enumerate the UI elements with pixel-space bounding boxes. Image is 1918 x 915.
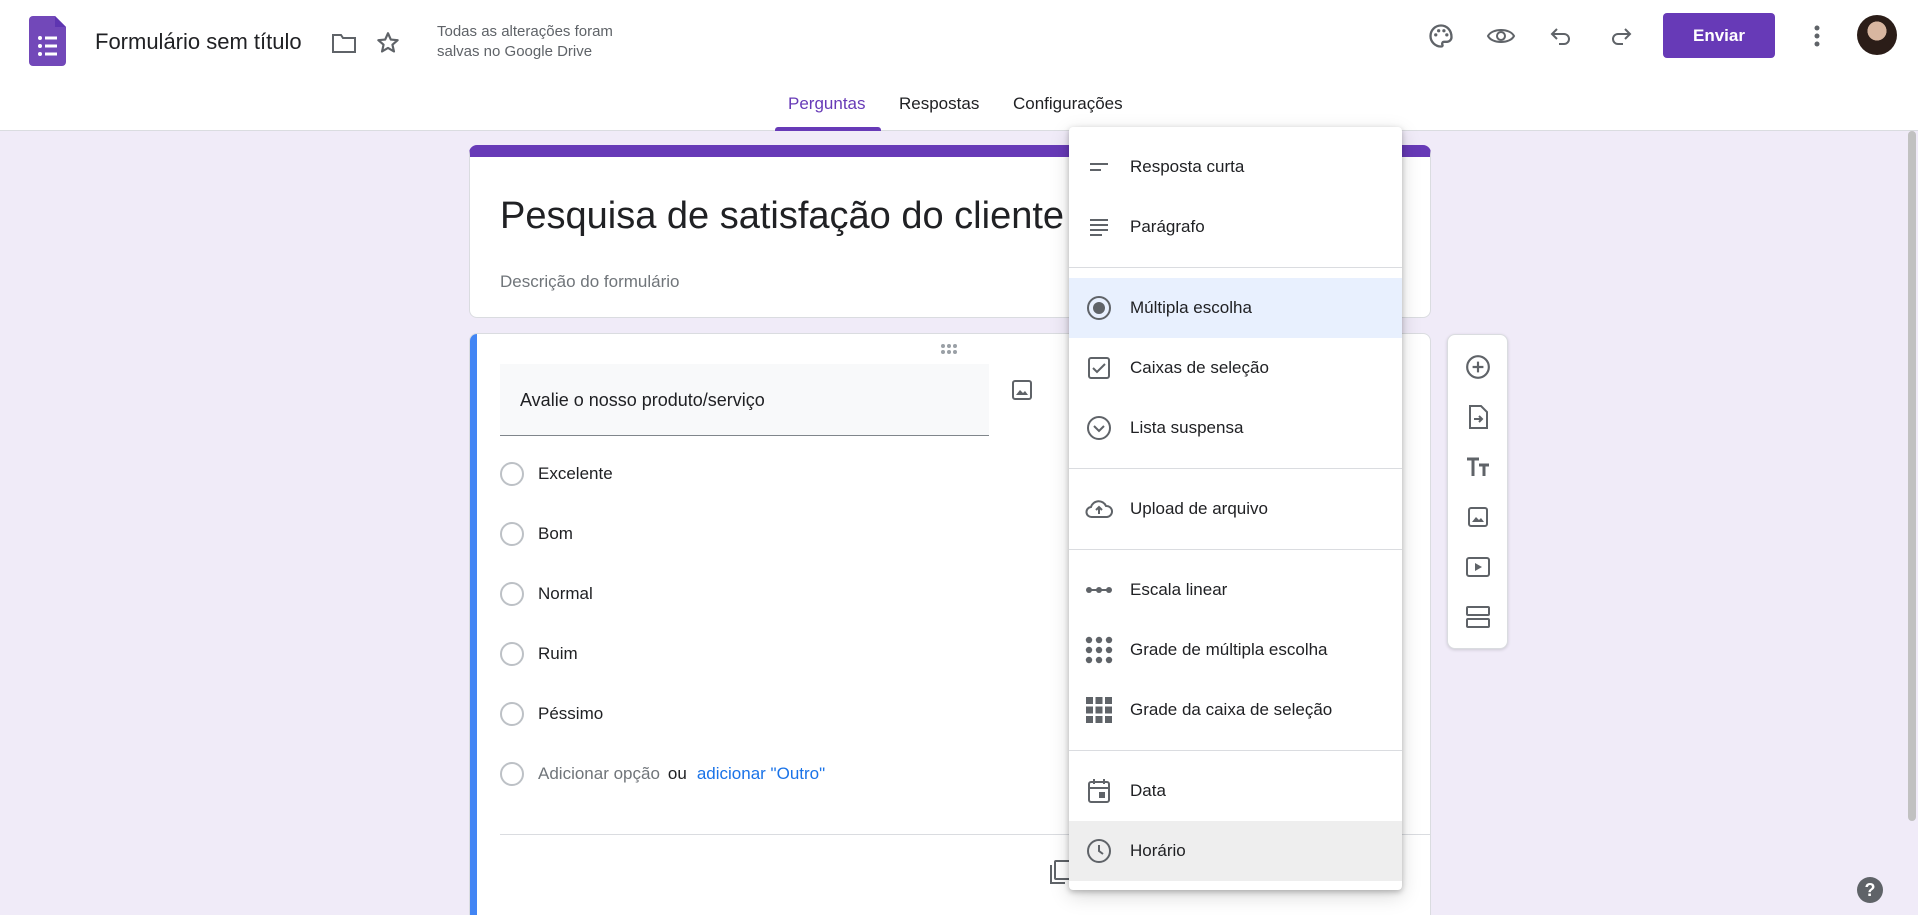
add-title-icon[interactable] [1458,447,1498,487]
add-question-icon[interactable] [1458,347,1498,387]
undo-icon[interactable] [1541,16,1581,56]
grid-dots-icon [1083,634,1115,666]
menu-item-checkboxes[interactable]: Caixas de seleção [1069,338,1402,398]
help-icon[interactable]: ? [1857,877,1883,903]
add-option-link[interactable]: Adicionar opção [538,764,660,784]
side-toolbar [1447,334,1508,649]
menu-item-multiple-choice[interactable]: Múltipla escolha [1069,278,1402,338]
avatar[interactable] [1857,15,1897,55]
palette-icon[interactable] [1421,16,1461,56]
option-label[interactable]: Ruim [538,644,578,664]
paragraph-icon [1083,211,1115,243]
menu-item-multiple-choice-grid[interactable]: Grade de múltipla escolha [1069,620,1402,680]
radio-icon [500,762,524,786]
active-tab-indicator [775,127,881,131]
star-icon[interactable] [368,23,408,63]
folder-icon[interactable] [324,23,364,63]
radio-icon [500,522,524,546]
menu-item-linear-scale[interactable]: Escala linear [1069,560,1402,620]
menu-separator [1069,750,1402,751]
radio-icon [500,702,524,726]
menu-separator [1069,267,1402,268]
short-answer-icon [1083,151,1115,183]
calendar-icon [1083,775,1115,807]
menu-item-time[interactable]: Horário [1069,821,1402,881]
grid-squares-icon [1083,694,1115,726]
menu-item-checkbox-grid[interactable]: Grade da caixa de seleção [1069,680,1402,740]
option-row: Bom [500,521,573,547]
option-label[interactable]: Normal [538,584,593,604]
menu-item-date[interactable]: Data [1069,761,1402,821]
add-section-icon[interactable] [1458,597,1498,637]
menu-item-short-answer[interactable]: Resposta curta [1069,137,1402,197]
add-video-icon[interactable] [1458,547,1498,587]
tab-questions[interactable]: Perguntas [788,94,866,114]
scrollbar-thumb[interactable] [1908,131,1916,821]
radio-icon [500,582,524,606]
import-questions-icon[interactable] [1458,397,1498,437]
question-text: Avalie o nosso produto/serviço [520,390,765,410]
question-title-input[interactable]: Avalie o nosso produto/serviço [500,364,989,436]
send-button[interactable]: Enviar [1663,13,1775,58]
linear-scale-icon [1083,574,1115,606]
forms-app-icon[interactable] [29,16,66,66]
tab-bar: Perguntas Respostas Configurações [0,94,1918,131]
radio-icon [1083,292,1115,324]
more-vert-icon[interactable] [1797,16,1837,56]
add-image-icon[interactable] [1010,378,1034,407]
add-option-row: Adicionar opção ou adicionar "Outro" [500,761,825,787]
preview-eye-icon[interactable] [1481,16,1521,56]
dropdown-icon [1083,412,1115,444]
checkbox-icon [1083,352,1115,384]
add-other-link[interactable]: adicionar "Outro" [697,764,825,784]
option-label[interactable]: Péssimo [538,704,603,724]
menu-separator [1069,468,1402,469]
radio-icon [500,462,524,486]
form-description-field[interactable]: Descrição do formulário [500,272,680,292]
cloud-upload-icon [1083,493,1115,525]
document-title[interactable]: Formulário sem título [95,29,302,55]
option-row: Excelente [500,461,613,487]
save-status: Todas as alterações foram salvas no Goog… [437,23,613,60]
option-row: Péssimo [500,701,603,727]
menu-item-paragraph[interactable]: Parágrafo [1069,197,1402,257]
drag-handle-icon[interactable] [940,342,962,360]
clock-icon [1083,835,1115,867]
question-type-menu: Resposta curta Parágrafo Múltipla escolh… [1069,127,1402,890]
top-header: Formulário sem título Todas as alteraçõe… [0,0,1918,131]
radio-icon [500,642,524,666]
menu-item-dropdown[interactable]: Lista suspensa [1069,398,1402,458]
form-title[interactable]: Pesquisa de satisfação do cliente [500,195,1064,238]
menu-item-file-upload[interactable]: Upload de arquivo [1069,479,1402,539]
option-row: Ruim [500,641,578,667]
option-row: Normal [500,581,593,607]
menu-separator [1069,549,1402,550]
tab-responses[interactable]: Respostas [899,94,979,114]
add-image-icon[interactable] [1458,497,1498,537]
option-label[interactable]: Bom [538,524,573,544]
tab-settings[interactable]: Configurações [1013,94,1123,114]
redo-icon[interactable] [1601,16,1641,56]
or-text: ou [667,764,687,783]
option-label[interactable]: Excelente [538,464,613,484]
